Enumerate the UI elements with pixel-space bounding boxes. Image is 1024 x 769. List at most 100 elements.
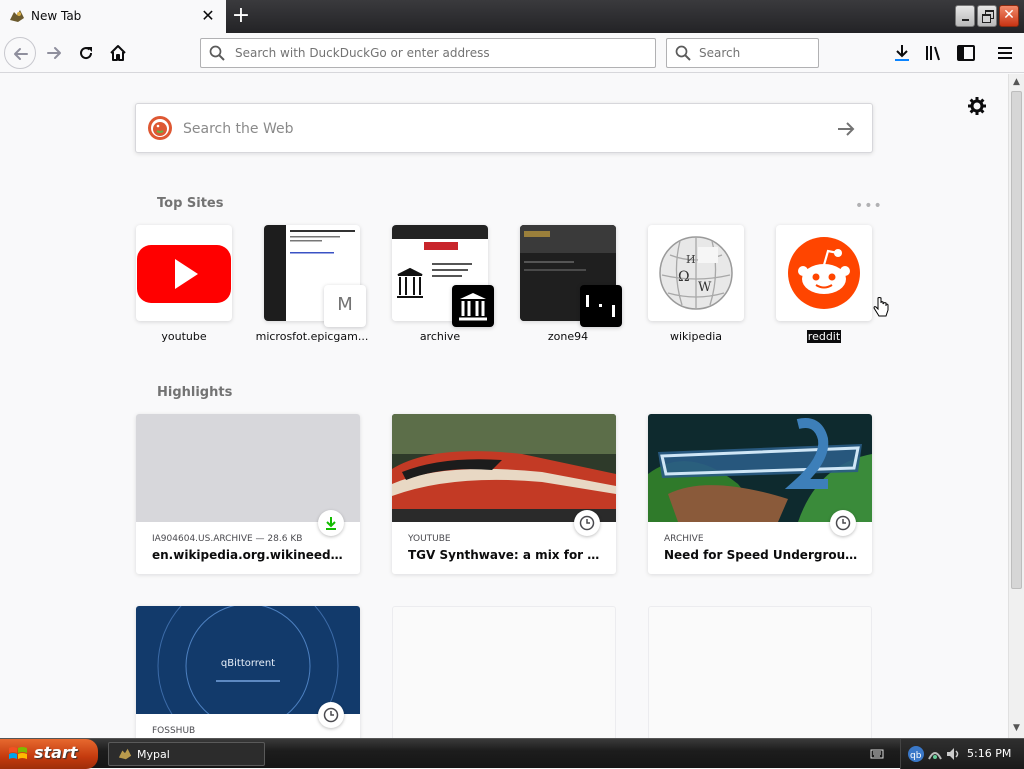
window-close-button[interactable]: ✕ <box>999 5 1019 27</box>
clock: 5:16 PM <box>967 747 1012 760</box>
top-site-label: youtube <box>161 330 207 343</box>
menu-icon[interactable] <box>994 42 1016 64</box>
top-site-label: microsfot.epicgam... <box>255 330 369 343</box>
scroll-up-arrow-icon[interactable]: ▲ <box>1009 74 1024 90</box>
forward-button[interactable] <box>38 37 70 69</box>
downloads-icon[interactable] <box>891 42 913 64</box>
home-icon <box>110 45 126 61</box>
scroll-down-arrow-icon[interactable]: ▼ <box>1009 720 1024 736</box>
tab-new-tab[interactable]: New Tab ✕ <box>0 0 226 33</box>
top-site-label: zone94 <box>547 330 589 343</box>
top-sites-heading: Top Sites <box>157 196 224 211</box>
highlight-placeholder <box>392 606 616 738</box>
keyboard-icon[interactable] <box>870 747 884 761</box>
top-site-label-selected: reddit <box>806 330 842 343</box>
reload-icon <box>80 47 93 60</box>
library-icon[interactable] <box>923 42 945 64</box>
top-site-label: reddit <box>762 330 886 343</box>
highlight-source: FOSSHUB <box>152 726 196 736</box>
highlight-card[interactable]: IA904604.US.ARCHIVE — 28.6 KB en.wikiped… <box>136 414 360 574</box>
search-icon <box>675 45 691 61</box>
minimize-button[interactable] <box>955 5 975 27</box>
gear-icon[interactable] <box>965 94 989 118</box>
tab-strip: New Tab ✕ + ✕ <box>0 0 1024 33</box>
arrow-right-icon[interactable] <box>833 116 859 142</box>
scroll-thumb[interactable] <box>1011 91 1022 589</box>
taskbar: start Mypal qb 5:16 PM <box>0 738 1024 769</box>
navigation-toolbar <box>0 33 1024 73</box>
system-tray: qb 5:16 PM <box>900 739 1024 769</box>
vertical-scrollbar[interactable]: ▲ ▼ <box>1008 74 1024 738</box>
reddit-logo-icon <box>788 237 860 309</box>
highlight-source: ARCHIVE <box>664 534 704 544</box>
search-input[interactable] <box>697 43 812 63</box>
start-button[interactable]: start <box>0 739 98 769</box>
new-tab-button[interactable]: + <box>228 3 254 29</box>
svg-text:И: И <box>686 253 696 266</box>
zone94-favicon-badge <box>580 285 622 327</box>
windows-logo-icon <box>9 747 27 759</box>
top-site-label: archive <box>419 330 461 343</box>
archive-icon <box>459 293 487 321</box>
search-bar[interactable] <box>666 38 819 68</box>
clock-icon <box>323 707 339 723</box>
home-button[interactable] <box>102 37 134 69</box>
new-tab-page: Top Sites ••• youtube M microsfot.epicga… <box>0 74 1008 738</box>
highlight-source: IA904604.US.ARCHIVE — 28.6 KB <box>152 534 303 544</box>
highlight-title: TGV Synthwave: a mix for the m... <box>408 548 604 562</box>
highlights-heading: Highlights <box>157 385 233 400</box>
badge-letter: M <box>337 294 353 315</box>
url-input[interactable] <box>233 43 643 63</box>
highlight-card[interactable]: ARCHIVE Need for Speed Underground 2 ... <box>648 414 872 574</box>
back-arrow-icon <box>14 48 28 60</box>
qbittorrent-text: qBittorrent <box>220 658 276 669</box>
url-bar[interactable] <box>200 38 656 68</box>
restore-button[interactable] <box>977 5 997 27</box>
pong-icon <box>586 295 615 317</box>
clock-icon <box>835 515 851 531</box>
nfs-underground-image <box>648 414 872 522</box>
volume-tray-icon[interactable] <box>945 745 961 763</box>
svg-text:Ω: Ω <box>678 269 690 285</box>
highlight-image <box>136 414 360 522</box>
web-search-input[interactable] <box>181 117 821 141</box>
tab-close-button[interactable]: ✕ <box>198 5 218 27</box>
reload-button[interactable] <box>70 37 102 69</box>
highlight-card[interactable]: qBittorrent FOSSHUB <box>136 606 360 738</box>
network-tray-icon[interactable] <box>927 745 943 763</box>
highlight-title: Need for Speed Underground 2 ... <box>664 548 860 562</box>
qbittorrent-tray-icon[interactable]: qb <box>907 745 925 763</box>
youtube-logo-icon <box>137 245 231 303</box>
top-site-thumbnail[interactable] <box>136 225 232 321</box>
highlight-type-badge <box>318 702 344 728</box>
duckduckgo-logo-icon <box>148 116 172 140</box>
highlight-title: en.wikipedia.org.wikineed_for_s... <box>152 548 348 562</box>
highlight-card[interactable]: YOUTUBE TGV Synthwave: a mix for the m..… <box>392 414 616 574</box>
taskbar-item-mypal[interactable]: Mypal <box>108 742 265 766</box>
taskbar-item-label: Mypal <box>137 748 170 761</box>
wikipedia-globe-icon: Ω W И <box>659 236 733 310</box>
highlight-source: YOUTUBE <box>408 534 451 544</box>
download-icon <box>326 517 336 530</box>
highlight-type-badge <box>318 510 344 536</box>
top-site-thumbnail[interactable]: Ω W И <box>648 225 744 321</box>
search-icon <box>209 45 225 61</box>
top-site-thumbnail[interactable] <box>776 225 872 321</box>
tgv-train-image <box>392 414 616 522</box>
top-sites-menu-button[interactable]: ••• <box>855 198 883 214</box>
sidebar-icon[interactable] <box>955 42 977 64</box>
back-button[interactable] <box>4 37 36 69</box>
start-label: start <box>34 743 78 762</box>
forward-arrow-icon <box>47 47 61 59</box>
mypal-favicon-icon <box>10 10 24 22</box>
svg-text:W: W <box>698 280 712 295</box>
svg-text:qb: qb <box>910 751 922 761</box>
favicon-badge: M <box>324 285 366 327</box>
highlight-type-badge <box>830 510 856 536</box>
mypal-icon <box>118 748 132 760</box>
clock-icon <box>579 515 595 531</box>
highlight-placeholder <box>648 606 872 738</box>
qbittorrent-image: qBittorrent <box>136 606 360 714</box>
archive-favicon-badge <box>452 285 494 327</box>
web-search-box[interactable] <box>135 103 873 153</box>
